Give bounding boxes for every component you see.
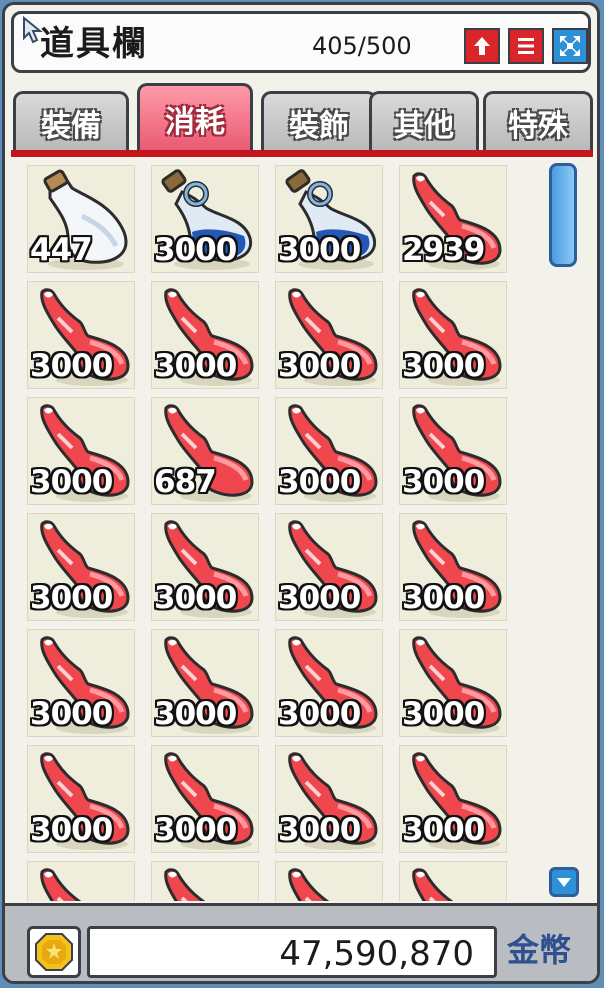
footer-bar: 47,590,870 金幣 [5, 903, 597, 981]
item-quantity: 3000 [154, 580, 237, 616]
expand-icon [560, 36, 580, 56]
inventory-slot[interactable] [151, 861, 259, 901]
inventory-slot[interactable]: 3000 [151, 165, 259, 273]
item-quantity: 3000 [402, 696, 485, 732]
plus-icon [474, 37, 490, 55]
gold-coin-icon [35, 933, 73, 971]
item-quantity: 2939 [402, 232, 485, 268]
coin-slot [27, 926, 81, 978]
inventory-slot[interactable]: 2939 [399, 165, 507, 273]
tab-divider [11, 150, 593, 157]
inventory-grid[interactable]: 447 3000 3000 2939 3000 3000 3000 3000 3000 687 30… [27, 165, 527, 901]
item-quantity: 3000 [402, 580, 485, 616]
inventory-slot[interactable] [275, 861, 383, 901]
inventory-slot[interactable]: 3000 [27, 513, 135, 621]
inventory-slot[interactable]: 3000 [27, 281, 135, 389]
inventory-slot[interactable]: 3000 [399, 745, 507, 853]
item-count: 405/500 [312, 32, 412, 60]
inventory-window: 道具欄 405/500 裝備 消耗 裝飾 其他 特殊 447 3000 3000… [2, 2, 600, 984]
inventory-slot[interactable]: 3000 [275, 629, 383, 737]
item-quantity: 3000 [154, 696, 237, 732]
inventory-slot[interactable]: 3000 [151, 629, 259, 737]
inventory-slot[interactable]: 3000 [275, 513, 383, 621]
expand-button[interactable] [552, 28, 588, 64]
title-bar[interactable]: 道具欄 405/500 [11, 11, 591, 73]
tab-equipment[interactable]: 裝備 [13, 91, 129, 151]
scroll-thumb[interactable] [549, 163, 577, 267]
inventory-slot[interactable]: 3000 [275, 745, 383, 853]
inventory-slot[interactable]: 3000 [399, 281, 507, 389]
inventory-slot[interactable]: 3000 [275, 397, 383, 505]
money-display: 47,590,870 [87, 926, 497, 978]
inventory-slot[interactable]: 3000 [27, 629, 135, 737]
tab-other[interactable]: 其他 [369, 91, 479, 151]
item-quantity: 3000 [402, 348, 485, 384]
tab-consumable[interactable]: 消耗 [137, 83, 253, 151]
menu-icon [518, 38, 534, 54]
item-quantity: 3000 [402, 812, 485, 848]
inventory-slot[interactable]: 687 [151, 397, 259, 505]
item-quantity: 3000 [278, 464, 361, 500]
item-quantity: 447 [30, 232, 93, 268]
menu-button[interactable] [508, 28, 544, 64]
inventory-slot[interactable]: 3000 [399, 397, 507, 505]
inventory-slot[interactable]: 3000 [27, 745, 135, 853]
plus-button[interactable] [464, 28, 500, 64]
inventory-slot[interactable]: 3000 [399, 513, 507, 621]
item-quantity: 3000 [154, 232, 237, 268]
item-quantity: 3000 [30, 812, 113, 848]
chevron-down-icon [557, 878, 571, 887]
tab-decoration[interactable]: 裝飾 [261, 91, 377, 151]
scroll-down-button[interactable] [549, 867, 579, 897]
item-quantity: 3000 [30, 696, 113, 732]
tab-special[interactable]: 特殊 [483, 91, 593, 151]
inventory-slot[interactable]: 447 [27, 165, 135, 273]
inventory-slot[interactable]: 3000 [151, 513, 259, 621]
item-quantity: 3000 [278, 812, 361, 848]
window-title: 道具欄 [40, 24, 148, 64]
inventory-slot[interactable]: 3000 [151, 745, 259, 853]
item-quantity: 3000 [278, 232, 361, 268]
item-quantity: 687 [154, 464, 217, 500]
item-quantity: 3000 [30, 580, 113, 616]
inventory-slot[interactable]: 3000 [151, 281, 259, 389]
item-quantity: 3000 [154, 348, 237, 384]
inventory-slot[interactable]: 3000 [275, 165, 383, 273]
item-quantity: 3000 [154, 812, 237, 848]
inventory-slot[interactable]: 3000 [399, 629, 507, 737]
money-amount: 47,590,870 [279, 934, 474, 974]
scrollbar[interactable] [543, 161, 583, 899]
currency-label: 金幣 [507, 931, 572, 969]
category-tabs: 裝備 消耗 裝飾 其他 特殊 [13, 83, 593, 153]
item-quantity: 3000 [30, 348, 113, 384]
item-quantity: 3000 [402, 464, 485, 500]
item-quantity: 3000 [278, 580, 361, 616]
inventory-slot[interactable] [399, 861, 507, 901]
inventory-slot[interactable] [27, 861, 135, 901]
item-quantity: 3000 [30, 464, 113, 500]
inventory-slot[interactable]: 3000 [275, 281, 383, 389]
item-quantity: 3000 [278, 348, 361, 384]
item-quantity: 3000 [278, 696, 361, 732]
inventory-slot[interactable]: 3000 [27, 397, 135, 505]
